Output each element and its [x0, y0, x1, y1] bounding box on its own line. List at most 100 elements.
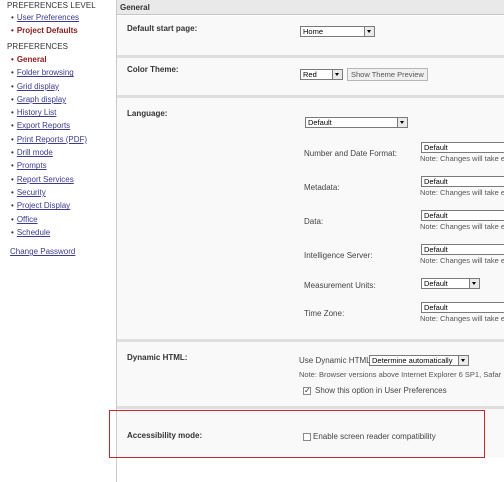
- bullet-icon: •: [11, 134, 14, 144]
- show-theme-preview-button[interactable]: Show Theme Preview: [347, 68, 428, 81]
- sidebar-item-label[interactable]: Office: [17, 215, 38, 224]
- default-start-value: Home: [303, 27, 324, 36]
- sidebar-item-export-reports[interactable]: • Export Reports: [11, 119, 87, 132]
- sidebar-item-report-services[interactable]: • Report Services: [11, 173, 87, 186]
- bullet-icon: •: [11, 13, 14, 22]
- default-start-section: Default start page: Home: [117, 16, 504, 55]
- general-preferences-panel: General Default start page: Home Color T…: [116, 0, 504, 482]
- dynamic-html-label: Dynamic HTML:: [127, 353, 188, 362]
- sidebar-item-label[interactable]: Security: [17, 188, 46, 197]
- change-password-link[interactable]: Change Password: [10, 247, 75, 256]
- color-theme-select[interactable]: Red: [300, 69, 343, 80]
- bullet-icon: •: [11, 68, 14, 78]
- sidebar-item-label[interactable]: Prompts: [17, 161, 47, 170]
- sidebar-item-label[interactable]: Export Reports: [17, 121, 70, 130]
- sidebar-item-folder-browsing[interactable]: • Folder browsing: [11, 66, 87, 79]
- bullet-icon: •: [11, 187, 14, 197]
- metadata-note: Note: Changes will take e: [420, 188, 504, 197]
- preferences-level-list: • User Preferences • Project Defaults: [11, 11, 79, 38]
- color-theme-section: Color Theme: Red Show Theme Preview: [117, 58, 504, 95]
- language-select[interactable]: Default: [305, 117, 408, 128]
- chevron-down-icon[interactable]: [469, 279, 479, 288]
- sidebar-item-label[interactable]: Schedule: [17, 228, 50, 237]
- accessibility-section: Accessibility mode: Enable screen reader…: [117, 409, 504, 457]
- sidebar-item-grid-display[interactable]: • Grid display: [11, 80, 87, 93]
- sidebar-item-label[interactable]: Grid display: [17, 82, 59, 91]
- sidebar-item-office[interactable]: • Office: [11, 213, 87, 226]
- measurement-units-label: Measurement Units:: [304, 281, 376, 290]
- number-and-date-format-value: Default: [424, 143, 448, 152]
- number-and-date-format-select[interactable]: Default: [421, 142, 504, 153]
- sidebar-item-label: General: [16, 55, 47, 64]
- sidebar-item-schedule[interactable]: • Schedule: [11, 226, 87, 239]
- bullet-icon: •: [11, 227, 14, 237]
- sidebar-item-user-preferences[interactable]: • User Preferences: [11, 11, 79, 24]
- sidebar-item-drill-mode[interactable]: • Drill mode: [11, 146, 87, 159]
- intelligence-server-label: Intelligence Server:: [304, 251, 373, 260]
- sidebar-item-history-list[interactable]: • History List: [11, 106, 87, 119]
- number-and-date-format-label: Number and Date Format:: [304, 149, 397, 158]
- bullet-icon: •: [11, 81, 14, 91]
- data-value: Default: [424, 211, 448, 220]
- sidebar-item-general[interactable]: • General: [11, 53, 87, 66]
- sidebar-item-label[interactable]: Graph display: [17, 95, 66, 104]
- time-zone-value: Default: [424, 303, 448, 312]
- sidebar-item-project-display[interactable]: • Project Display: [11, 199, 87, 212]
- sidebar-item-label: Project Defaults: [16, 26, 78, 36]
- color-theme-label: Color Theme:: [127, 65, 179, 74]
- show-option-checkbox[interactable]: [303, 386, 311, 395]
- bullet-icon: •: [11, 214, 14, 224]
- dynamic-html-section: Dynamic HTML: Use Dynamic HTML? Determin…: [117, 342, 504, 406]
- sidebar-item-label[interactable]: Project Display: [17, 201, 70, 210]
- bullet-icon: •: [11, 148, 14, 158]
- preferences-sidebar: PREFERENCES LEVEL • User Preferences • Proj…: [0, 0, 108, 482]
- language-label: Language:: [127, 109, 168, 118]
- sidebar-item-prompts[interactable]: • Prompts: [11, 159, 87, 172]
- bullet-icon: •: [11, 201, 14, 211]
- measurement-units-select[interactable]: Default: [421, 278, 480, 289]
- sidebar-item-label[interactable]: User Preferences: [17, 13, 79, 22]
- sidebar-item-label[interactable]: Drill mode: [17, 148, 53, 157]
- default-start-select[interactable]: Home: [300, 26, 375, 37]
- dynamic-html-select[interactable]: Determine automatically: [369, 355, 469, 366]
- metadata-select[interactable]: Default: [421, 176, 504, 187]
- bullet-icon: •: [11, 121, 14, 131]
- dynamic-html-value: Determine automatically: [372, 356, 453, 365]
- use-dynamic-html-label: Use Dynamic HTML?: [299, 356, 376, 365]
- sidebar-item-print-reports-pdf[interactable]: • Print Reports (PDF): [11, 133, 87, 146]
- time-zone-select[interactable]: Default: [421, 302, 504, 313]
- default-start-label: Default start page:: [127, 24, 198, 33]
- intelligence-server-select[interactable]: Default: [421, 244, 504, 255]
- metadata-value: Default: [424, 177, 448, 186]
- data-select[interactable]: Default: [421, 210, 504, 221]
- language-value: Default: [308, 118, 332, 127]
- sidebar-item-label[interactable]: Report Services: [17, 175, 74, 184]
- screen-reader-label: Enable screen reader compatibility: [313, 432, 436, 441]
- sidebar-item-label[interactable]: Print Reports (PDF): [17, 135, 87, 144]
- chevron-down-icon[interactable]: [458, 356, 468, 365]
- dynamic-html-note: Note: Browser versions above Internet Ex…: [299, 370, 502, 379]
- sidebar-item-label[interactable]: Folder browsing: [17, 68, 74, 77]
- preferences-list: • General • Folder browsing • Grid display • Gr…: [11, 53, 87, 239]
- sidebar-item-graph-display[interactable]: • Graph display: [11, 93, 87, 106]
- screen-reader-checkbox[interactable]: [303, 433, 311, 441]
- show-option-label: Show this option in User Preferences: [315, 386, 447, 395]
- sidebar-item-project-defaults[interactable]: • Project Defaults: [11, 24, 79, 37]
- bullet-icon: •: [11, 26, 14, 36]
- chevron-down-icon[interactable]: [364, 27, 374, 36]
- chevron-down-icon[interactable]: [332, 70, 342, 79]
- bullet-icon: •: [11, 108, 14, 118]
- bullet-icon: •: [11, 94, 14, 104]
- time-zone-label: Time Zone:: [304, 309, 345, 318]
- preferences-heading: PREFERENCES: [7, 42, 69, 51]
- metadata-label: Metadata:: [304, 183, 340, 192]
- chevron-down-icon[interactable]: [397, 118, 407, 127]
- sidebar-item-security[interactable]: • Security: [11, 186, 87, 199]
- panel-title: General: [117, 0, 504, 15]
- preferences-level-heading: PREFERENCES LEVEL: [7, 1, 96, 10]
- sidebar-item-label[interactable]: History List: [17, 108, 57, 117]
- time-zone-note: Note: Changes will take e: [420, 314, 504, 323]
- bullet-icon: •: [11, 161, 14, 171]
- measurement-units-value: Default: [424, 279, 448, 288]
- number-and-date-format-note: Note: Changes will take e: [420, 154, 504, 163]
